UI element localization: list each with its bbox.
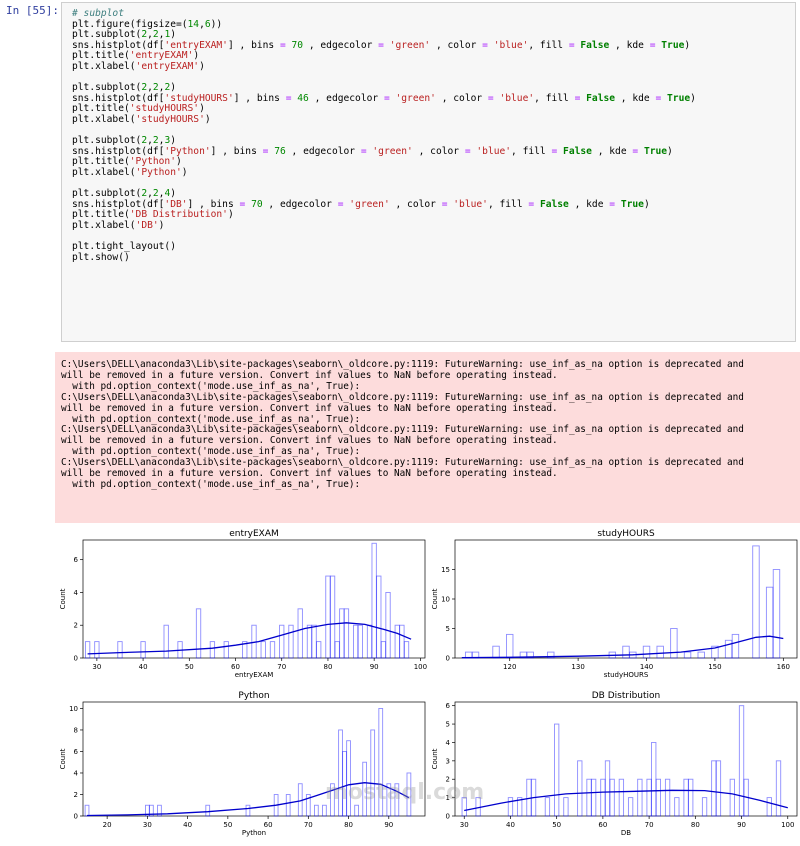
code-line: # subplot bbox=[72, 8, 124, 19]
warning-output: C:\Users\DELL\anaconda3\Lib\site-package… bbox=[55, 352, 800, 523]
x-tick-label: 80 bbox=[323, 663, 332, 671]
y-axis-label: Count bbox=[59, 748, 67, 769]
y-tick-label: 8 bbox=[74, 726, 78, 734]
y-tick-label: 2 bbox=[74, 622, 78, 630]
warning-line: C:\Users\DELL\anaconda3\Lib\site-package… bbox=[61, 391, 744, 403]
x-axis-label: studyHOURS bbox=[604, 671, 649, 679]
warning-line: with pd.option_context('mode.use_inf_as_… bbox=[61, 478, 361, 490]
y-tick-label: 3 bbox=[446, 757, 450, 765]
y-tick-label: 10 bbox=[69, 705, 78, 713]
code-line: plt.xlabel('entryEXAM') bbox=[72, 60, 205, 72]
x-tick-label: 70 bbox=[304, 821, 313, 829]
y-tick-label: 2 bbox=[74, 791, 78, 799]
x-axis-label: DB bbox=[621, 829, 631, 837]
plot-frame bbox=[454, 701, 798, 817]
x-tick-label: 40 bbox=[506, 821, 515, 829]
y-tick-label: 15 bbox=[441, 566, 450, 574]
y-axis-label: Count bbox=[431, 588, 439, 609]
x-tick-label: 160 bbox=[777, 663, 790, 671]
watermark-logo: mostaql.com bbox=[325, 780, 485, 805]
code-line: plt.xlabel('studyHOURS') bbox=[72, 113, 211, 125]
x-tick-label: 60 bbox=[598, 821, 607, 829]
x-tick-label: 30 bbox=[460, 821, 469, 829]
x-tick-label: 60 bbox=[231, 663, 240, 671]
chart-2: 20 30 40 50 60 70 80 90 0 2 4 6 8 10 Python Python Count bbox=[59, 691, 426, 837]
chart-1: 120 130 140 150 160 0 5 10 15 studyHOURS studyHOUR… bbox=[431, 529, 798, 679]
x-tick-label: 40 bbox=[183, 821, 192, 829]
chart-title: entryEXAM bbox=[229, 529, 279, 539]
x-tick-label: 40 bbox=[139, 663, 148, 671]
y-tick-label: 4 bbox=[446, 739, 451, 747]
x-axis-label: Python bbox=[242, 829, 266, 837]
y-axis-label: Count bbox=[59, 588, 67, 609]
x-tick-label: 100 bbox=[414, 663, 427, 671]
plot-frame bbox=[82, 539, 426, 659]
x-tick-label: 30 bbox=[143, 821, 152, 829]
code-line: plt.show() bbox=[72, 251, 130, 263]
y-tick-label: 4 bbox=[74, 589, 79, 597]
y-tick-label: 10 bbox=[441, 596, 450, 604]
code-line: plt.xlabel('Python') bbox=[72, 166, 188, 178]
x-tick-label: 30 bbox=[92, 663, 101, 671]
x-tick-label: 90 bbox=[370, 663, 379, 671]
x-tick-label: 70 bbox=[645, 821, 654, 829]
code-line: plt.figure(figsize=(14,6)) bbox=[72, 18, 223, 30]
x-tick-label: 80 bbox=[691, 821, 700, 829]
chart-3: 30 40 50 60 70 80 90 1000123456DB DistributionD… bbox=[431, 691, 798, 837]
x-tick-label: 80 bbox=[344, 821, 353, 829]
y-axis-label: Count bbox=[431, 748, 439, 769]
x-tick-label: 90 bbox=[737, 821, 746, 829]
x-tick-label: 90 bbox=[384, 821, 393, 829]
code-line: plt.xlabel('DB') bbox=[72, 219, 165, 231]
chart-title: Python bbox=[238, 691, 269, 701]
x-tick-label: 130 bbox=[571, 663, 584, 671]
x-tick-label: 20 bbox=[103, 821, 112, 829]
cell-prompt: In [55]: bbox=[6, 4, 59, 17]
x-axis-label: entryEXAM bbox=[235, 671, 274, 679]
y-tick-label: 0 bbox=[446, 813, 450, 821]
y-tick-label: 0 bbox=[446, 655, 450, 663]
y-tick-label: 0 bbox=[74, 813, 78, 821]
x-tick-label: 50 bbox=[185, 663, 194, 671]
y-tick-label: 4 bbox=[74, 769, 79, 777]
y-tick-label: 5 bbox=[446, 721, 450, 729]
y-tick-label: 0 bbox=[74, 655, 78, 663]
chart-title: studyHOURS bbox=[597, 529, 655, 539]
x-tick-label: 140 bbox=[640, 663, 653, 671]
y-tick-label: 6 bbox=[74, 556, 79, 564]
y-tick-label: 6 bbox=[446, 702, 451, 710]
y-tick-label: 6 bbox=[74, 748, 79, 756]
chart-0: 30 40 50 60 70 80 90 100 0 2 4 6 entryEXAM entryEXAM C… bbox=[59, 529, 427, 679]
x-tick-label: 100 bbox=[781, 821, 794, 829]
code-cell[interactable]: # subplot plt.figure(figsize=(14,6)) plt.s… bbox=[61, 2, 796, 342]
code-line: plt.tight_layout() bbox=[72, 241, 176, 253]
code-line: plt.title('DB Distribution') bbox=[72, 209, 234, 221]
x-tick-label: 120 bbox=[503, 663, 516, 671]
chart-title: DB Distribution bbox=[592, 691, 660, 701]
x-tick-label: 60 bbox=[264, 821, 273, 829]
y-tick-label: 5 bbox=[446, 625, 450, 633]
x-tick-label: 50 bbox=[552, 821, 561, 829]
x-tick-label: 70 bbox=[277, 663, 286, 671]
x-tick-label: 50 bbox=[223, 821, 232, 829]
x-tick-label: 150 bbox=[708, 663, 721, 671]
warning-line: will be removed in a future version. Con… bbox=[61, 402, 558, 414]
